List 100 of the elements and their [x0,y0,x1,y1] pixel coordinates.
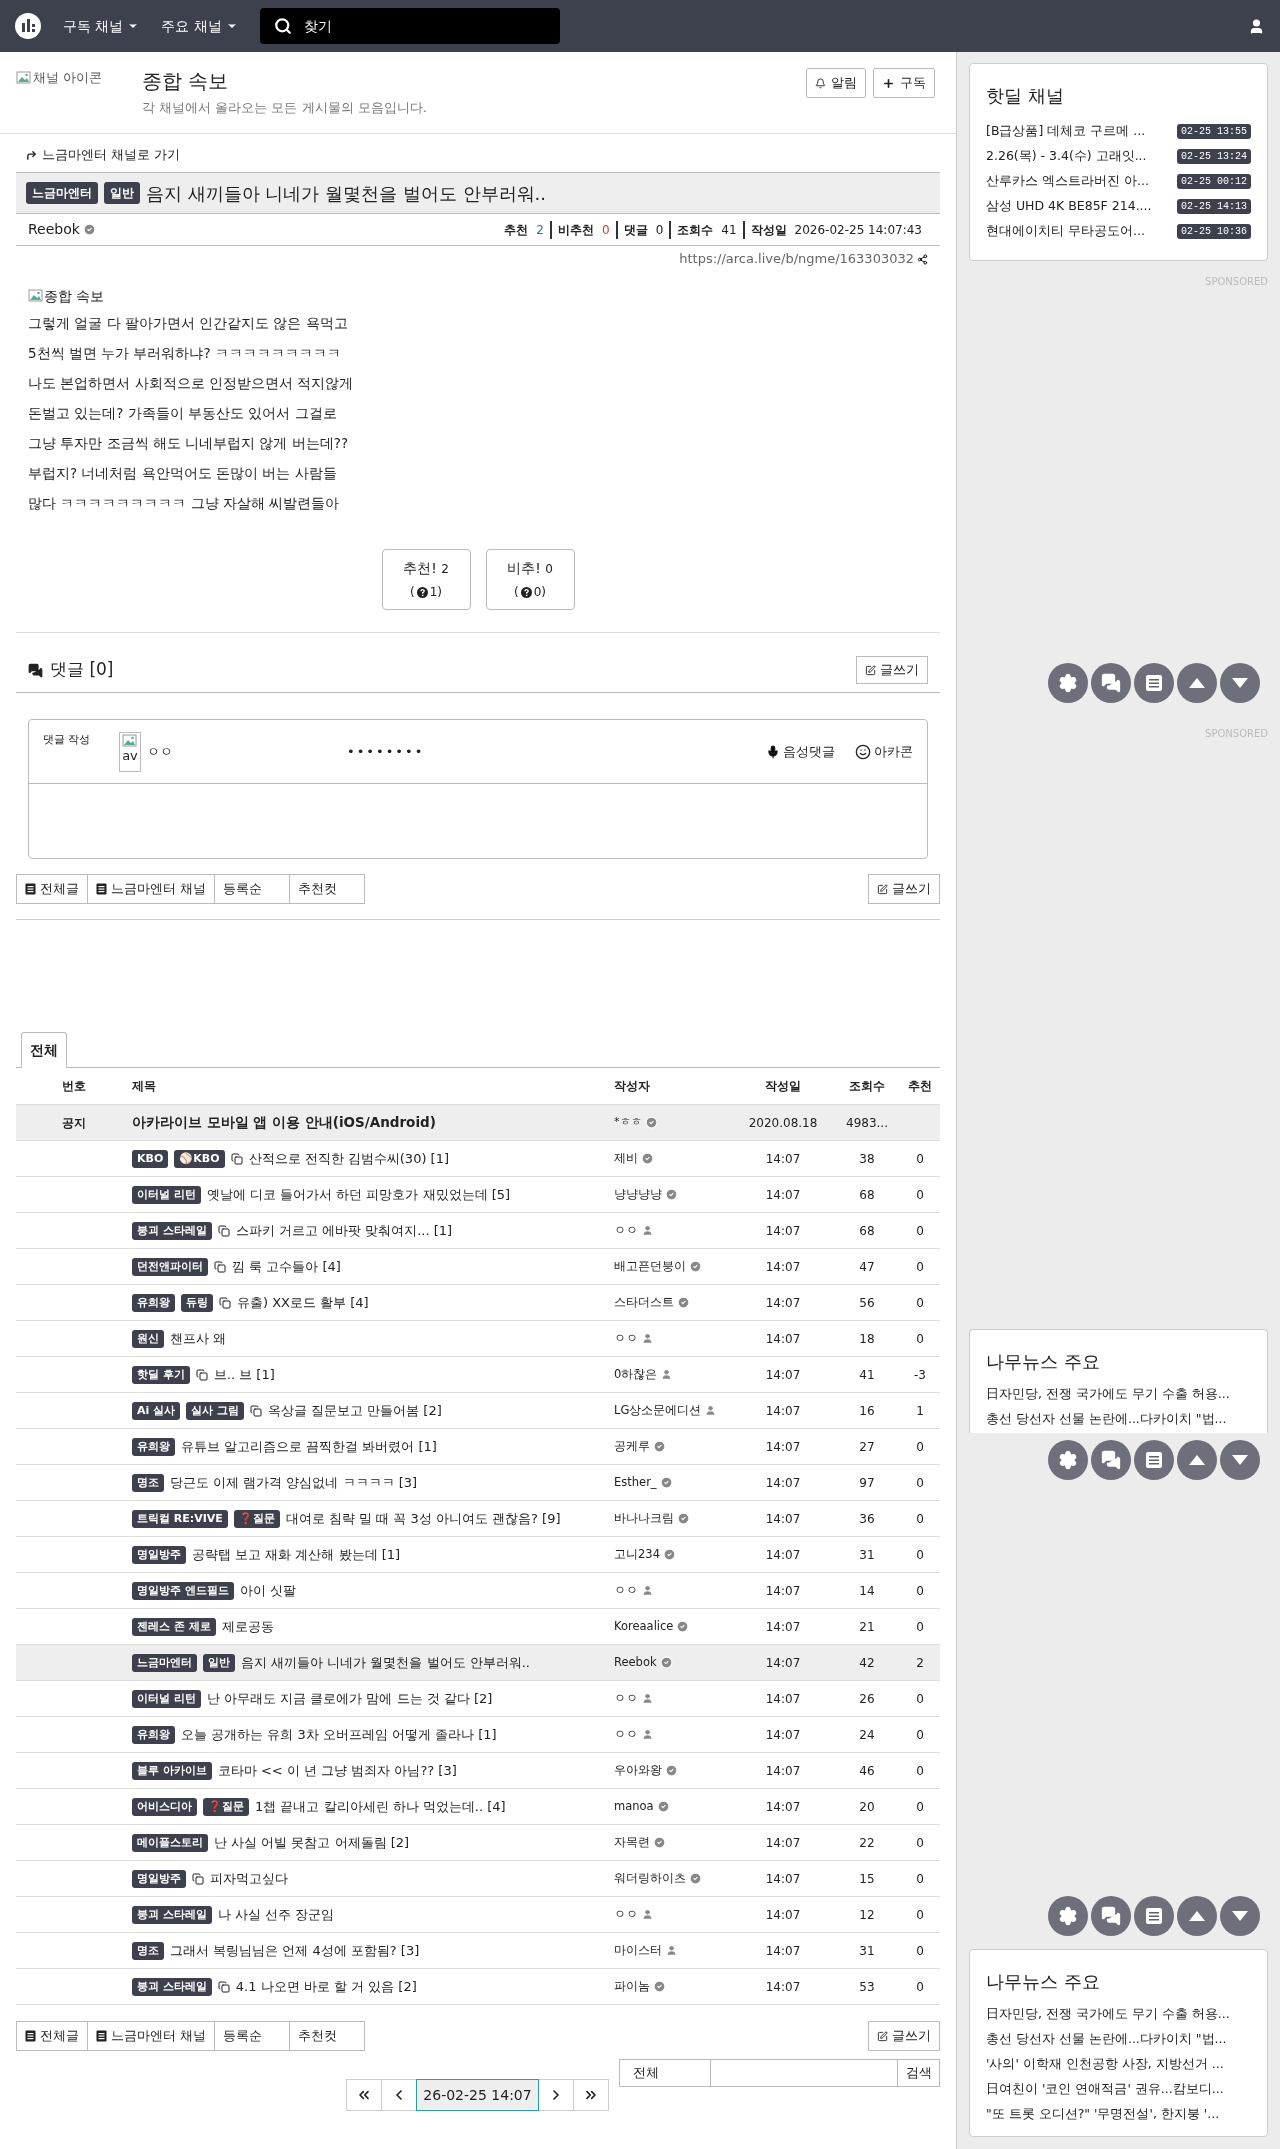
author-name[interactable]: 자목련 [614,1833,650,1852]
author-name[interactable]: 마이스터 [614,1941,662,1960]
author-name[interactable]: 냥냥냥냥 [614,1185,662,1204]
post-title[interactable]: 1챕 끝내고 칼리아세린 하나 먹었는데.. [4] [255,1796,506,1817]
category-tag[interactable]: 메이플스토리 [132,1833,208,1852]
comments-button[interactable] [1091,663,1131,703]
settings-button[interactable] [1048,663,1088,703]
category-tag[interactable]: 이터널 리턴 [132,1185,201,1204]
author-name[interactable]: 배고픈던붕이 [614,1257,686,1276]
post-author[interactable]: Reebok [28,219,80,240]
category-tag[interactable]: 명조 [132,1941,164,1960]
category-tag[interactable]: 핫딜 후기 [132,1365,190,1384]
category-tag[interactable]: 일반 [104,182,140,204]
post-title[interactable]: 낌 룩 고수들아 [4] [232,1256,341,1277]
scroll-down-button[interactable] [1220,1440,1260,1480]
author-name[interactable]: 스타더스트 [614,1293,674,1312]
scroll-up-button[interactable] [1177,1896,1217,1936]
comments-button[interactable] [1091,1896,1131,1936]
post-title[interactable]: 음지 새끼들아 니네가 월몇천을 벌어도 안부러워.. [241,1652,530,1673]
page-nav-button[interactable] [346,2079,383,2111]
page-nav-button[interactable] [537,2079,574,2111]
scroll-down-button[interactable] [1220,663,1260,703]
voice-comment-button[interactable]: 음성댓글 [766,741,835,762]
author-name[interactable]: ㅇㅇ [614,1689,638,1708]
post-title[interactable]: 옥상글 질문보고 만들어봄 [2] [267,1400,442,1421]
category-tag[interactable]: 유희왕 [132,1437,175,1456]
list-button[interactable] [1134,1440,1174,1480]
board-tab[interactable]: 전체 [21,1032,67,1068]
filter-button[interactable]: 전체글 [16,2021,88,2051]
news-link[interactable]: '사의' 이학재 인천공항 사장, 지방선거 ... [986,2051,1251,2076]
filter-button[interactable]: 전체글 [16,874,88,904]
page-nav-button[interactable] [572,2079,609,2111]
scroll-up-button[interactable] [1177,663,1217,703]
news-link[interactable]: 총선 당선자 선물 논란에...다카이치 "법... [986,2026,1251,2051]
hotdeal-link[interactable]: 현대에이치티 무타공도어... [986,222,1145,241]
post-title[interactable]: 난 사실 어빌 못참고 어제돌림 [2] [214,1832,410,1853]
author-name[interactable]: ㅇㅇ [614,1329,638,1348]
post-title[interactable]: 피자먹고싶다 [210,1868,288,1889]
post-title[interactable]: 당근도 이제 램가격 양심없네 ㅋㅋㅋㅋ [3] [170,1472,418,1493]
news-link[interactable]: 총선 당선자 선물 논란에...다카이치 "법... [986,1406,1251,1431]
category-tag[interactable]: 블루 아카이브 [132,1761,212,1780]
category-tag[interactable]: 어비스디아 [132,1797,197,1816]
post-title[interactable]: 옛날에 디코 들어가서 하던 피망호가 재밌었는데 [5] [206,1184,511,1205]
write-button[interactable]: 글쓰기 [868,874,940,904]
site-logo[interactable] [15,13,41,39]
list-button[interactable] [1134,663,1174,703]
scroll-down-button[interactable] [1220,1896,1260,1936]
author-name[interactable]: 우아와왕 [614,1761,662,1780]
write-button[interactable]: 글쓰기 [868,2021,940,2051]
author-name[interactable]: 고니234 [614,1545,660,1564]
author-name[interactable]: manoa [614,1797,654,1816]
news-link[interactable]: 日여친이 '코인 연애적금' 권유...캄보디... [986,2076,1251,2101]
category-tag[interactable]: ⚾KBO [174,1149,225,1168]
category-tag[interactable]: 실사 그림 [186,1401,244,1420]
filter-button[interactable]: 등록순 [214,874,291,904]
category-tag[interactable]: 명조 [132,1473,164,1492]
category-tag[interactable]: 젠레스 존 제로 [132,1617,216,1636]
category-tag[interactable]: 명일방주 [132,1545,186,1564]
post-title[interactable]: 난 아무래도 지금 클로에가 맘에 드는 것 같다 [2] [206,1688,493,1709]
filter-button[interactable]: 느금마엔터 채널 [87,874,216,904]
category-tag[interactable]: 붕괴 스타레일 [132,1221,212,1240]
category-tag[interactable]: Ai 실사 [132,1401,181,1420]
nav-menu[interactable]: 구독 채널 [63,15,140,37]
nav-menu[interactable]: 주요 채널 [161,15,238,37]
category-tag[interactable]: 느금마엔터 [26,182,98,204]
category-tag[interactable]: 원신 [132,1329,164,1348]
author-name[interactable]: ㅇㅇ [614,1221,638,1240]
category-tag[interactable]: 명일방주 [132,1869,186,1888]
author-name[interactable]: ㅇㅇ [614,1725,638,1744]
post-title[interactable]: 오늘 공개하는 유희 3차 오버프레임 어떻게 졸라나 [1] [181,1724,497,1745]
post-title[interactable]: 유출) XX로드 활부 [4] [237,1292,369,1313]
settings-button[interactable] [1048,1440,1088,1480]
post-title[interactable]: 공략탭 보고 재화 계산해 봤는데 [1] [192,1544,401,1565]
author-name[interactable]: 워더링하이츠 [614,1869,686,1888]
author-name[interactable]: LG상소문에디션 [614,1401,702,1420]
category-tag[interactable]: 일반 [203,1653,235,1672]
category-tag[interactable]: 트릭컬 RE:VIVE [132,1509,228,1528]
author-name[interactable]: 파이놈 [614,1977,650,1996]
write-button[interactable]: 글쓰기 [856,656,928,684]
post-title[interactable]: 스파키 거르고 에바팟 맞춰여지... [1] [235,1220,453,1241]
author-name[interactable]: 제비 [614,1149,638,1168]
post-title[interactable]: 4.1 나오면 바로 할 거 있음 [2] [235,1976,417,1997]
channel-button[interactable]: 알림 [806,68,866,98]
category-tag[interactable]: KBO [132,1149,169,1168]
password-field[interactable]: •••••••• [347,741,507,762]
current-page-button[interactable]: 26-02-25 14:07 [416,2079,539,2111]
category-tag[interactable]: ❓질문 [203,1797,249,1816]
post-url[interactable]: https://arca.live/b/ngme/163303032 [679,249,914,269]
category-tag[interactable]: 유희왕 [132,1725,175,1744]
category-tag[interactable]: 던전앤파이터 [132,1257,208,1276]
news-link[interactable]: "또 트롯 오디션?" '무명전설', 한지붕 '... [986,2101,1251,2126]
category-tag[interactable]: 붕괴 스타레일 [132,1977,212,1996]
hotdeal-link[interactable]: 삼성 UHD 4K BE85F 214.... [986,197,1152,216]
post-title[interactable]: 아이 싯팔 [239,1580,296,1601]
post-title[interactable]: 챈프사 왜 [170,1328,227,1349]
author-name[interactable]: ㅇㅇ [614,1905,638,1924]
author-name[interactable]: 바나나크림 [614,1509,674,1528]
post-title[interactable]: 나 사실 선주 장군임 [217,1904,335,1925]
vote-button[interactable]: 비추! 0 ( 0) [485,549,575,610]
author-name[interactable]: Esther_ [614,1473,657,1492]
